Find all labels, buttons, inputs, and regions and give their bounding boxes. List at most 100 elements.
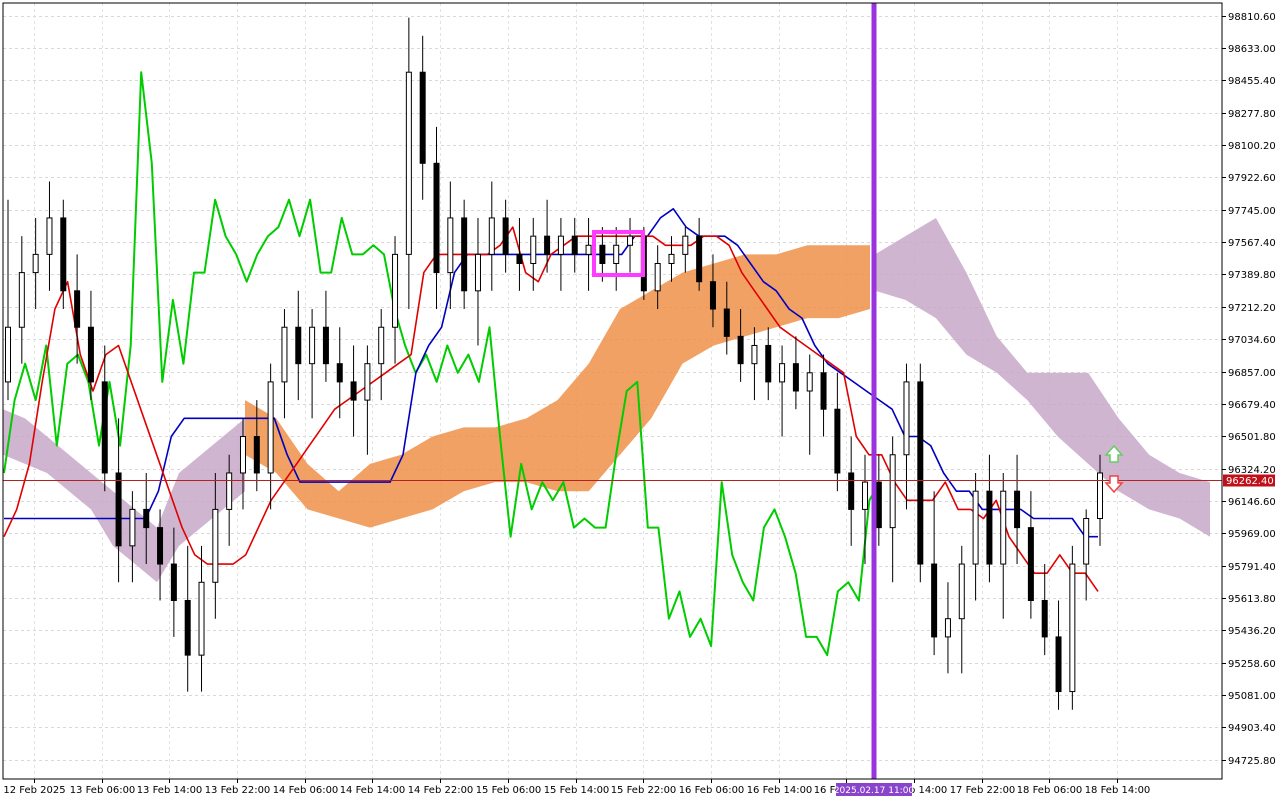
- candle-body: [972, 490, 979, 565]
- candle-body: [806, 372, 813, 392]
- candle-body: [1083, 518, 1090, 565]
- price-tick-label: 94725.80: [1228, 756, 1276, 767]
- price-tick-label: 97567.40: [1228, 238, 1276, 249]
- date-tick-label: 18 Feb 14:00: [1085, 785, 1151, 796]
- price-tick-label: 97212.20: [1228, 303, 1276, 314]
- candle-body: [212, 508, 219, 583]
- candle-body: [557, 235, 564, 255]
- date-tick-label: 12 Feb 2025: [3, 785, 65, 796]
- candle-body: [917, 381, 924, 565]
- time-marker-label: 2025.02.17 11:00: [834, 786, 915, 796]
- candle-body: [295, 326, 302, 365]
- candle-body: [322, 326, 329, 365]
- candle-body: [115, 472, 122, 547]
- date-tick-label: 15 Feb 22:00: [611, 785, 677, 796]
- candle-body: [419, 71, 426, 164]
- candle-body: [958, 563, 965, 620]
- price-tick-label: 98810.60: [1228, 12, 1276, 23]
- candle-body: [405, 71, 412, 255]
- price-tick-label: 96679.40: [1228, 400, 1276, 411]
- candle-body: [848, 472, 855, 510]
- candle-body: [226, 472, 233, 510]
- price-tick-label: 96146.60: [1228, 497, 1276, 508]
- candle-body: [627, 235, 634, 246]
- price-tick-label: 95436.20: [1228, 626, 1276, 637]
- candle-body: [944, 618, 951, 638]
- candle-body: [889, 454, 896, 529]
- price-tick-label: 97745.00: [1228, 206, 1276, 217]
- candle-body: [585, 244, 592, 255]
- candle-body: [350, 381, 357, 401]
- candle-body: [862, 481, 869, 510]
- date-tick-label: 16 Feb 14:00: [747, 785, 813, 796]
- candle-body: [668, 253, 675, 264]
- candle-body: [931, 563, 938, 638]
- price-tick-label: 95969.00: [1228, 529, 1276, 540]
- candle-body: [46, 217, 53, 255]
- candle-body: [74, 290, 81, 328]
- price-tick-label: 94903.40: [1228, 723, 1276, 734]
- price-tick-label: 98633.00: [1228, 44, 1276, 55]
- candle-body: [737, 335, 744, 365]
- candle-body: [474, 253, 481, 292]
- candle-body: [32, 253, 39, 274]
- price-tick-label: 97034.60: [1228, 335, 1276, 346]
- candle-body: [336, 363, 343, 383]
- candle-body: [447, 217, 454, 274]
- candle-body: [765, 344, 772, 383]
- candle-body: [709, 281, 716, 310]
- price-tick-label: 95613.80: [1228, 594, 1276, 605]
- candle-body: [101, 381, 108, 474]
- date-tick-label: 13 Feb 22:00: [205, 785, 271, 796]
- candle-body: [1055, 636, 1062, 693]
- price-tick-label: 96501.80: [1228, 432, 1276, 443]
- candle-body: [779, 363, 786, 383]
- candle-body: [875, 481, 882, 529]
- candle-body: [253, 436, 260, 474]
- candle-body: [613, 244, 620, 264]
- chart-canvas[interactable]: 98810.60 98633.00 98455.40 98277.80 98100.20…: [0, 0, 1280, 800]
- candle-body: [170, 563, 177, 601]
- candle-body: [903, 381, 910, 456]
- candle: [1069, 545, 1076, 710]
- date-tick-label: 13 Feb 06:00: [70, 785, 136, 796]
- candle-body: [682, 235, 689, 255]
- candle-body: [1000, 490, 1007, 565]
- candle-body: [599, 244, 606, 264]
- candle-body: [1041, 599, 1048, 638]
- candle-body: [696, 235, 703, 283]
- date-tick-label: 14 Feb 14:00: [340, 785, 406, 796]
- candle-body: [820, 372, 827, 410]
- candle-body: [309, 326, 316, 365]
- candle-body: [1027, 527, 1034, 601]
- candle-body: [751, 344, 758, 365]
- candle-body: [239, 436, 246, 474]
- candle-body: [1097, 472, 1103, 520]
- candle-body: [129, 508, 136, 547]
- date-tick-label: 15 Feb 06:00: [476, 785, 542, 796]
- candle-body: [986, 490, 993, 565]
- candle-body: [502, 217, 509, 255]
- candle-body: [1014, 490, 1021, 529]
- candle-body: [143, 508, 150, 529]
- date-tick-label: 14 Feb 06:00: [273, 785, 339, 796]
- price-tick-label: 95258.60: [1228, 659, 1276, 670]
- candle-body: [87, 326, 94, 383]
- candle-body: [198, 581, 205, 656]
- date-tick-label: 14 Feb 22:00: [408, 785, 474, 796]
- candle-body: [723, 308, 730, 337]
- price-tick-label: 96857.00: [1228, 368, 1276, 379]
- candle-body: [184, 599, 191, 656]
- candle-body: [530, 235, 537, 264]
- price-tick-label: 95081.00: [1228, 691, 1276, 702]
- candle-body: [267, 381, 274, 474]
- price-tick-label: 98277.80: [1228, 109, 1276, 120]
- chart-container[interactable]: 98810.60 98633.00 98455.40 98277.80 98100.20…: [0, 0, 1280, 800]
- candle-body: [5, 326, 11, 383]
- candle-body: [571, 235, 578, 255]
- candle-body: [392, 253, 399, 328]
- candle-body: [364, 363, 371, 401]
- price-tick-label: 96324.20: [1228, 465, 1276, 476]
- date-tick-label: 17 Feb 22:00: [950, 785, 1016, 796]
- candle-body: [433, 162, 440, 274]
